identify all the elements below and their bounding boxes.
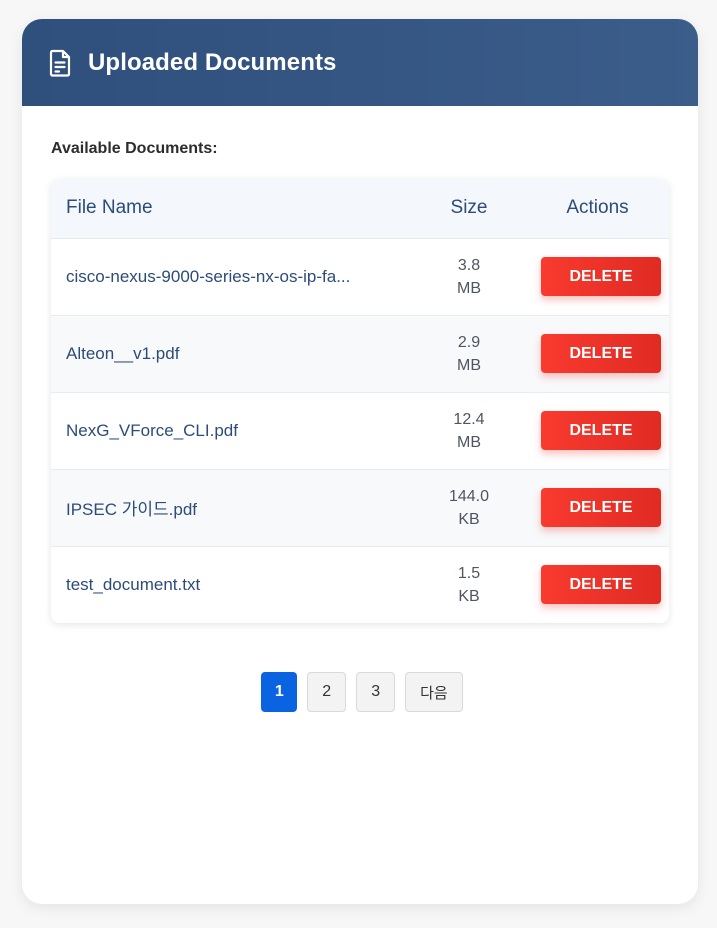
file-size: 2.9 MB — [412, 315, 526, 393]
file-size: 12.4 MB — [412, 392, 526, 470]
file-size-unit: MB — [457, 433, 481, 451]
file-size-value: 144.0 — [448, 487, 490, 505]
pagination: 1 2 3 다음 — [51, 672, 669, 712]
document-icon — [48, 49, 72, 77]
file-size-value: 1.5 — [457, 564, 481, 582]
page-button-3[interactable]: 3 — [356, 672, 396, 712]
delete-button[interactable]: DELETE — [541, 565, 661, 605]
delete-button[interactable]: DELETE — [541, 488, 661, 527]
delete-button[interactable]: DELETE — [541, 411, 661, 450]
file-name[interactable]: test_document.txt — [51, 546, 412, 623]
file-size-unit: KB — [458, 510, 480, 528]
documents-table: File Name Size Actions cisco-nexus-9000-… — [51, 179, 669, 623]
table-header-row: File Name Size Actions — [51, 179, 669, 239]
file-name[interactable]: cisco-nexus-9000-series-nx-os-ip-fa... — [51, 238, 412, 316]
page-title: Uploaded Documents — [88, 48, 337, 76]
column-header-file-name: File Name — [51, 179, 412, 239]
card-body: Available Documents: File Name Size Acti… — [22, 106, 698, 712]
file-name[interactable]: IPSEC 가이드.pdf — [51, 469, 412, 547]
file-size-value: 12.4 — [453, 410, 485, 428]
actions-cell: DELETE — [526, 238, 669, 316]
file-size: 1.5 KB — [412, 546, 526, 623]
actions-cell: DELETE — [526, 315, 669, 393]
delete-button[interactable]: DELETE — [541, 334, 661, 373]
uploaded-documents-card: Uploaded Documents Available Documents: … — [22, 19, 698, 904]
file-size-unit: MB — [457, 279, 481, 297]
table-row: cisco-nexus-9000-series-nx-os-ip-fa... 3… — [51, 238, 669, 316]
delete-button[interactable]: DELETE — [541, 257, 661, 296]
page-button-1[interactable]: 1 — [261, 672, 298, 712]
file-size-value: 3.8 — [457, 256, 481, 274]
actions-cell: DELETE — [526, 546, 669, 623]
table-row: test_document.txt 1.5 KB DELETE — [51, 546, 669, 623]
table-row: NexG_VForce_CLI.pdf 12.4 MB DELETE — [51, 392, 669, 470]
file-name[interactable]: NexG_VForce_CLI.pdf — [51, 392, 412, 470]
actions-cell: DELETE — [526, 392, 669, 470]
column-header-actions: Actions — [526, 179, 669, 239]
table-row: IPSEC 가이드.pdf 144.0 KB DELETE — [51, 469, 669, 547]
file-size: 144.0 KB — [412, 469, 526, 547]
documents-table-container: File Name Size Actions cisco-nexus-9000-… — [51, 179, 669, 623]
actions-cell: DELETE — [526, 469, 669, 547]
file-size: 3.8 MB — [412, 238, 526, 316]
section-label: Available Documents: — [51, 140, 218, 157]
column-header-size: Size — [412, 179, 526, 239]
file-name[interactable]: Alteon__v1.pdf — [51, 315, 412, 393]
card-header: Uploaded Documents — [22, 19, 698, 106]
file-size-value: 2.9 — [457, 333, 481, 351]
file-size-unit: KB — [458, 587, 480, 605]
page-button-2[interactable]: 2 — [307, 672, 347, 712]
file-size-unit: MB — [457, 356, 481, 374]
table-row: Alteon__v1.pdf 2.9 MB DELETE — [51, 315, 669, 393]
next-page-button[interactable]: 다음 — [405, 672, 463, 712]
